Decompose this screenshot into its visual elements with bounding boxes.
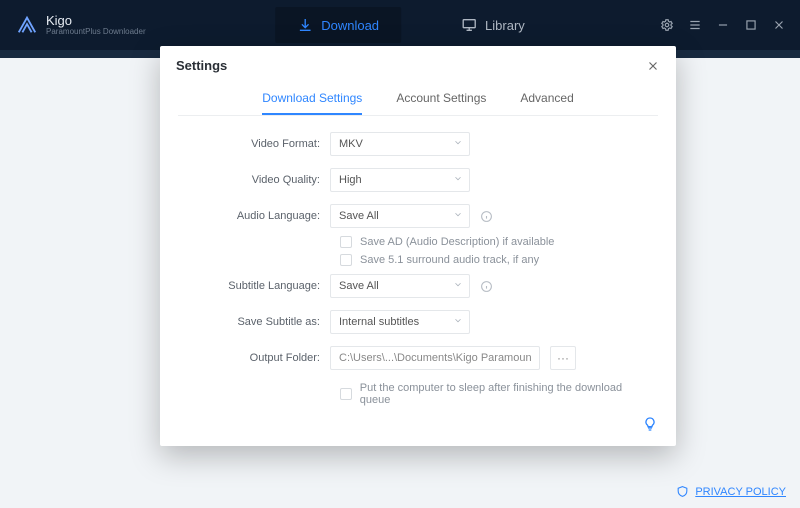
output-folder-field[interactable] [330,346,540,370]
select-value: Internal subtitles [339,316,419,328]
titlebar: Kigo ParamountPlus Downloader Download [0,0,800,50]
logo-icon [16,14,38,36]
checkbox-icon [340,236,352,248]
chevron-down-icon [453,280,463,293]
info-icon[interactable] [480,280,493,293]
label-output-folder: Output Folder: [188,352,330,364]
tip-icon[interactable] [642,416,658,432]
browse-button[interactable]: ··· [550,346,576,370]
tab-account-settings[interactable]: Account Settings [396,91,486,115]
checkbox-save-ad[interactable]: Save AD (Audio Description) if available [340,236,648,248]
nav-download-label: Download [321,18,379,33]
label-video-format: Video Format: [188,138,330,150]
monitor-icon [461,17,477,33]
settings-form: Video Format: MKV Video Quality: High Au… [160,116,676,416]
output-folder-input[interactable] [339,352,531,364]
app-logo: Kigo ParamountPlus Downloader [16,14,146,36]
chevron-down-icon [453,174,463,187]
gear-icon[interactable] [660,18,674,32]
menu-icon[interactable] [688,18,702,32]
shield-icon [676,485,689,498]
download-icon [297,17,313,33]
app-root: Kigo ParamountPlus Downloader Download [0,0,800,508]
nav-library[interactable]: Library [461,17,525,33]
main-nav: Download Library [275,0,525,50]
modal-header: Settings [160,46,676,77]
select-video-quality[interactable]: High [330,168,470,192]
checkbox-label: Put the computer to sleep after finishin… [360,382,648,406]
chevron-down-icon [453,138,463,151]
privacy-label: PRIVACY POLICY [695,486,786,498]
label-audio-language: Audio Language: [188,210,330,222]
chevron-down-icon [453,210,463,223]
select-video-format[interactable]: MKV [330,132,470,156]
app-subtitle: ParamountPlus Downloader [46,28,146,36]
chevron-down-icon [453,316,463,329]
settings-modal: Settings Download Settings Account Setti… [160,46,676,446]
select-value: Save All [339,210,379,222]
label-subtitle-language: Subtitle Language: [188,280,330,292]
checkbox-sleep-after[interactable]: Put the computer to sleep after finishin… [340,382,648,406]
select-value: High [339,174,362,186]
select-value: Save All [339,280,379,292]
select-audio-language[interactable]: Save All [330,204,470,228]
select-value: MKV [339,138,363,150]
close-window-icon[interactable] [772,18,786,32]
tab-download-settings[interactable]: Download Settings [262,91,362,115]
nav-download[interactable]: Download [275,7,401,43]
nav-library-label: Library [485,18,525,33]
app-title: Kigo [46,14,146,28]
settings-tabs: Download Settings Account Settings Advan… [160,91,676,115]
select-save-subtitle-as[interactable]: Internal subtitles [330,310,470,334]
window-controls [660,18,786,32]
close-icon[interactable] [646,59,660,73]
modal-title: Settings [176,58,227,73]
checkbox-save-51[interactable]: Save 5.1 surround audio track, if any [340,254,648,266]
minimize-icon[interactable] [716,18,730,32]
checkbox-icon [340,254,352,266]
select-subtitle-language[interactable]: Save All [330,274,470,298]
checkbox-label: Save 5.1 surround audio track, if any [360,254,539,266]
info-icon[interactable] [480,210,493,223]
tab-advanced[interactable]: Advanced [520,91,573,115]
label-save-subtitle-as: Save Subtitle as: [188,316,330,328]
maximize-icon[interactable] [744,18,758,32]
checkbox-icon [340,388,352,400]
label-video-quality: Video Quality: [188,174,330,186]
privacy-policy-link[interactable]: PRIVACY POLICY [676,485,786,498]
checkbox-label: Save AD (Audio Description) if available [360,236,554,248]
